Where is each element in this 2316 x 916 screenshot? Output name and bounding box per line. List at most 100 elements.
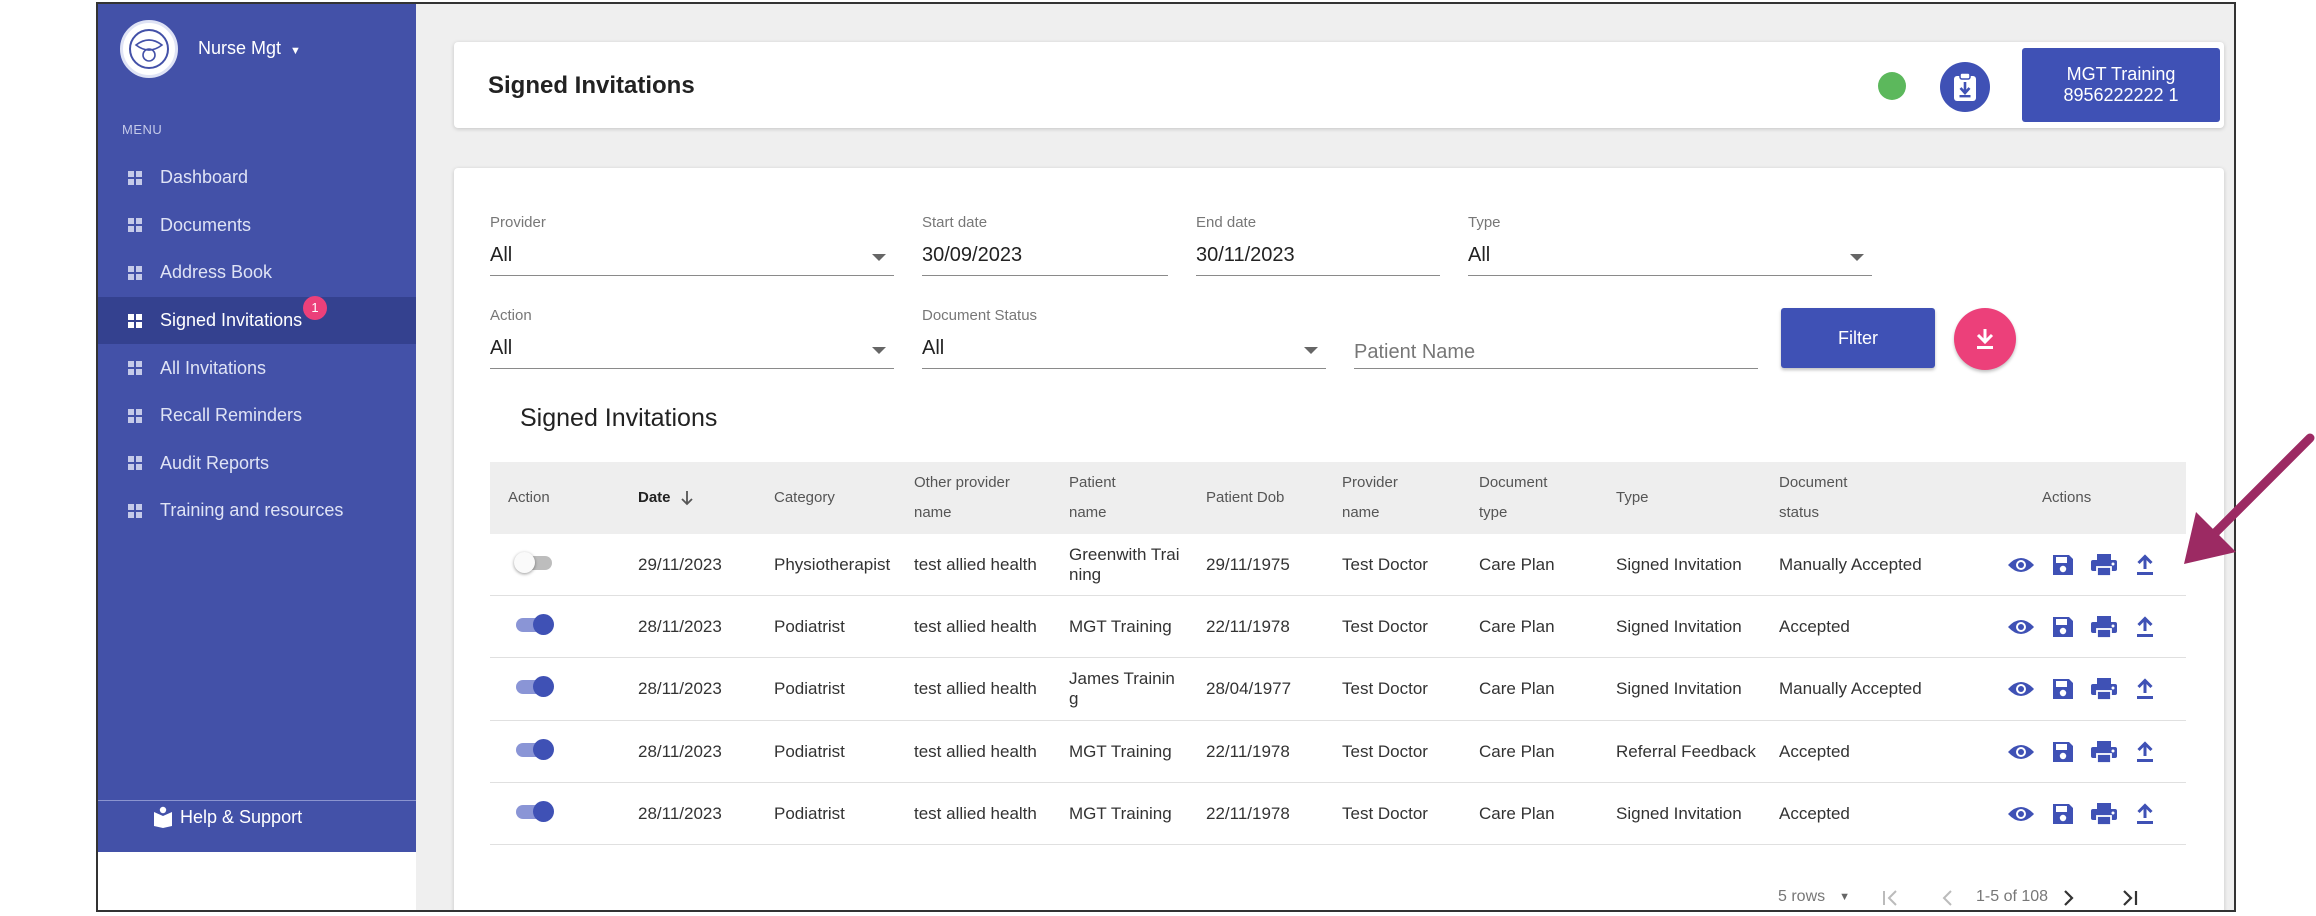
document-status-select[interactable]: Document Status All [922, 307, 1326, 369]
print-button[interactable] [2089, 612, 2119, 642]
clipboard-download-button[interactable] [1940, 62, 1990, 112]
account-button[interactable]: MGT Training 8956222222 1 [2022, 48, 2220, 122]
sidebar-item-training[interactable]: Training and resources [98, 487, 416, 535]
view-button[interactable] [2006, 612, 2036, 642]
action-toggle[interactable] [516, 738, 554, 760]
cell-dob: 22/11/1978 [1206, 803, 1290, 823]
col-other-provider: Other provider name [914, 462, 1010, 534]
upload-icon [2134, 802, 2156, 826]
clipboard-download-icon [1954, 72, 1976, 101]
action-toggle[interactable] [516, 614, 554, 636]
view-button[interactable] [2006, 550, 2036, 580]
view-button[interactable] [2006, 737, 2036, 767]
print-icon [2090, 553, 2118, 577]
sidebar-item-label: Recall Reminders [160, 405, 303, 426]
col-type: Type [1616, 489, 1649, 506]
chevron-right-icon [2064, 890, 2074, 906]
cell-text: Greenwith Trai [1069, 545, 1180, 564]
cell-patient-name: James Trainin g [1069, 658, 1189, 720]
cell-text: g [1069, 689, 1079, 709]
sidebar-item-address-book[interactable]: Address Book [98, 249, 416, 297]
save-button[interactable] [2048, 550, 2078, 580]
view-button[interactable] [2006, 799, 2036, 829]
type-select[interactable]: Type All [1468, 214, 1872, 276]
save-icon [2051, 553, 2075, 577]
sidebar-nav: Dashboard Documents Address Book Signed … [98, 154, 416, 535]
last-page-button[interactable] [2118, 888, 2140, 908]
sidebar-item-documents[interactable]: Documents [98, 202, 416, 250]
save-button[interactable] [2048, 612, 2078, 642]
sidebar-item-recall-reminders[interactable]: Recall Reminders [98, 392, 416, 440]
download-button[interactable] [1954, 308, 2016, 370]
chevron-down-icon: ▼ [1839, 891, 1851, 903]
print-button[interactable] [2089, 737, 2119, 767]
page-range: 1-5 of 108 [1976, 888, 2049, 905]
cell-provider: Test Doctor [1342, 741, 1428, 761]
help-support-link[interactable]: Help & Support [152, 806, 302, 828]
sidebar-item-dashboard[interactable]: Dashboard [98, 154, 416, 202]
annotation-arrow-icon [2184, 433, 2315, 564]
eye-icon [2007, 742, 2035, 762]
table-row: 28/11/2023 Podiatrist test allied health Ja… [490, 658, 2186, 721]
sidebar-item-all-invitations[interactable]: All Invitations [98, 344, 416, 392]
save-button[interactable] [2048, 799, 2078, 829]
action-toggle[interactable] [514, 552, 552, 573]
save-button[interactable] [2048, 737, 2078, 767]
header-line: Provider [1342, 474, 1398, 491]
save-icon [2051, 615, 2075, 639]
sidebar-item-label: Address Book [160, 262, 273, 283]
app-window: Nurse Mgt ▼ MENU Dashboard Documents Add… [96, 2, 2236, 912]
provider-select[interactable]: Provider All [490, 214, 894, 276]
help-label: Help & Support [180, 806, 303, 827]
rows-per-page-select[interactable]: 5 rows ▼ [1778, 888, 1850, 906]
print-button[interactable] [2089, 550, 2119, 580]
view-button[interactable] [2006, 674, 2036, 704]
header-line: Document [1779, 474, 1848, 491]
cell-doctype: Care Plan [1479, 803, 1555, 823]
cell-other-provider: test allied health [914, 741, 1037, 761]
cell-text: James Trainin [1069, 669, 1175, 689]
upload-button[interactable] [2130, 550, 2160, 580]
header-line: name [914, 504, 952, 521]
upload-icon [2134, 615, 2156, 639]
end-date-label: End date [1196, 214, 1257, 231]
upload-button[interactable] [2130, 674, 2160, 704]
type-value: All [1468, 244, 1491, 266]
provider-value: All [490, 244, 513, 266]
table-row: 29/11/2023 Physiotherapist test allied hea… [490, 534, 2186, 597]
action-toggle[interactable] [516, 800, 554, 822]
prev-page-button[interactable] [1940, 888, 1956, 908]
cell-text: MGT Training [1069, 617, 1172, 637]
upload-button[interactable] [2130, 799, 2160, 829]
patient-name-field[interactable] [1354, 341, 1758, 364]
col-category: Category [774, 489, 835, 506]
upload-button[interactable] [2130, 737, 2160, 767]
start-date-field[interactable]: Start date 30/09/2023 [922, 214, 1168, 276]
next-page-button[interactable] [2060, 888, 2076, 908]
col-date-sort[interactable]: Date [638, 462, 695, 534]
cell-type: Signed Invitation [1616, 555, 1742, 574]
sidebar-item-label: All Invitations [160, 357, 267, 378]
sidebar-item-label: Audit Reports [160, 452, 270, 473]
sidebar-item-audit-reports[interactable]: Audit Reports [98, 440, 416, 488]
cell-category: Podiatrist [774, 617, 845, 637]
first-page-button[interactable] [1880, 888, 1902, 908]
filter-button[interactable]: Filter [1781, 308, 1935, 368]
action-toggle[interactable] [516, 676, 554, 698]
toggle-knob [533, 800, 554, 822]
print-button[interactable] [2089, 799, 2119, 829]
cell-dob: 22/11/1978 [1206, 741, 1290, 761]
col-provider-name: Provider name [1342, 462, 1398, 534]
patient-name-input[interactable] [1354, 307, 1758, 369]
sidebar-item-signed-invitations[interactable]: Signed Invitations 1 [98, 295, 416, 345]
upload-button[interactable] [2130, 612, 2160, 642]
type-label: Type [1468, 214, 1501, 231]
action-select[interactable]: Action All [490, 307, 894, 369]
dashboard-icon [128, 456, 142, 471]
user-menu[interactable]: Nurse Mgt ▼ [198, 38, 301, 59]
col-document-status: Document status [1779, 462, 1847, 534]
print-button[interactable] [2089, 674, 2119, 704]
save-button[interactable] [2048, 674, 2078, 704]
end-date-field[interactable]: End date 30/11/2023 [1196, 214, 1440, 276]
dropdown-caret-icon [872, 347, 886, 354]
